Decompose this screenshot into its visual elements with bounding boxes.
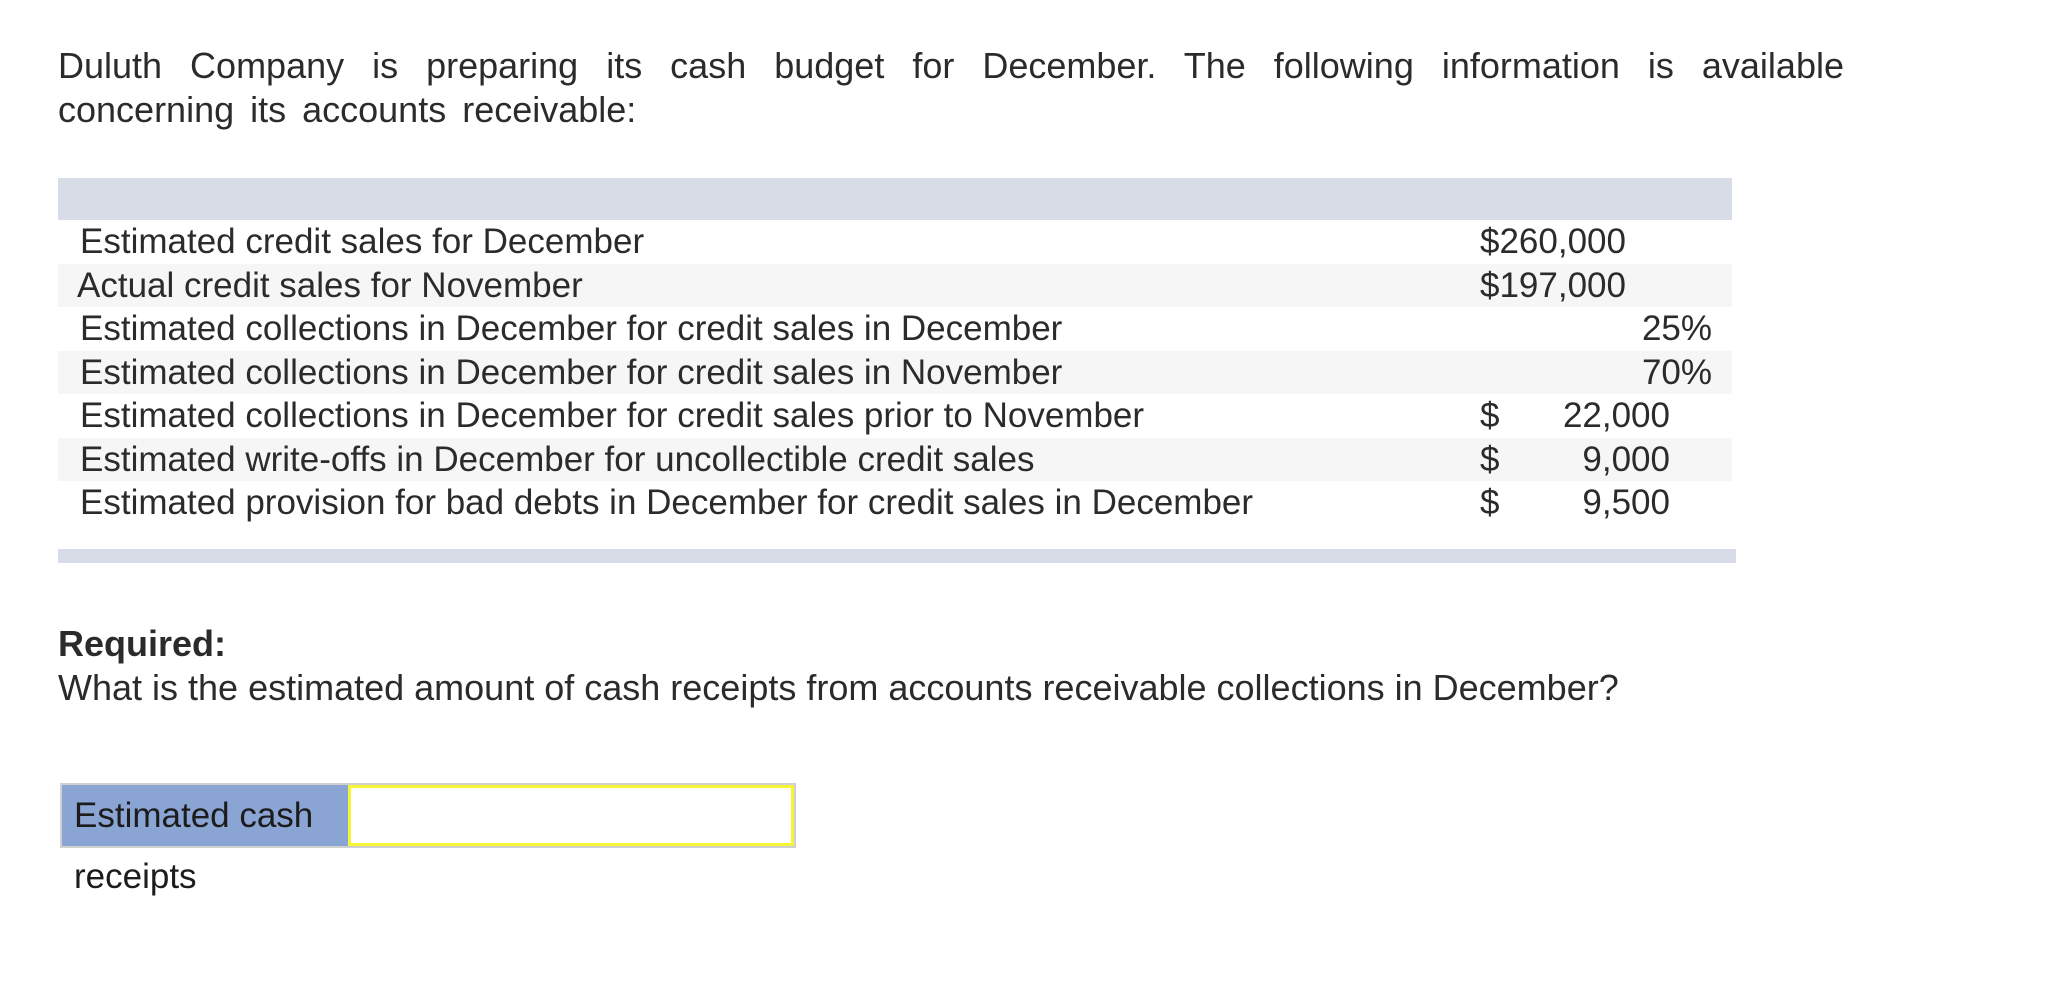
answer-label: Estimated cash receipts [62,785,348,896]
row-value: $9,000 [1480,438,1732,481]
row-label: Estimated provision for bad debts in Dec… [80,483,1254,523]
row-value: 25% [1641,309,1712,349]
answer-row: Estimated cash receipts [60,783,796,896]
row-label: Estimated collections in December for cr… [80,309,1063,349]
currency-symbol: $ [1480,396,1500,436]
amount: 260,000 [1499,222,1626,262]
table-footer-bar [58,548,1736,563]
table-row: Estimated collections in December for cr… [58,394,1732,438]
required-section: Required: What is the estimated amount o… [58,622,1619,710]
required-question: What is the estimated amount of cash rec… [58,667,1619,708]
table-rows: Estimated credit sales for December $260… [58,220,1732,525]
row-label: Estimated collections in December for cr… [80,396,1145,436]
table-row: Estimated collections in December for cr… [58,307,1732,351]
table-row: Estimated collections in December for cr… [58,350,1732,394]
table-row: Estimated credit sales for December $260… [58,220,1732,264]
table-row: Actual credit sales for November $197,00… [58,263,1732,307]
intro-line-1: Duluth Company is preparing its cash bud… [58,45,1844,86]
row-value: $9,500 [1480,481,1732,524]
amount: 9,500 [1582,483,1670,523]
row-label: Estimated write-offs in December for unc… [80,439,1035,479]
estimated-cash-receipts-input[interactable] [348,785,794,846]
currency-symbol: $ [1480,483,1500,523]
row-value: $260,000 [1480,220,1732,263]
row-value: 70% [1641,352,1712,392]
accounts-receivable-table: Estimated credit sales for December $260… [58,178,1736,563]
problem-intro: Duluth Company is preparing its cash bud… [58,44,1844,132]
currency-symbol: $ [1480,222,1500,262]
row-label: Actual credit sales for November [77,265,583,305]
table-header-bar [58,178,1732,220]
currency-symbol: $ [1480,439,1500,479]
required-heading: Required: [58,623,227,664]
row-value: $22,000 [1480,394,1732,437]
currency-symbol: $ [1480,265,1500,305]
table-row: Estimated write-offs in December for unc… [58,437,1732,481]
amount: 22,000 [1562,396,1670,436]
row-value: $197,000 [1480,264,1732,307]
intro-line-2: concerning its accounts receivable: [58,89,637,130]
amount: 9,000 [1582,439,1670,479]
amount: 197,000 [1499,265,1626,305]
row-label: Estimated credit sales for December [80,222,645,262]
table-row: Estimated provision for bad debts in Dec… [58,481,1732,525]
row-label: Estimated collections in December for cr… [80,352,1063,392]
